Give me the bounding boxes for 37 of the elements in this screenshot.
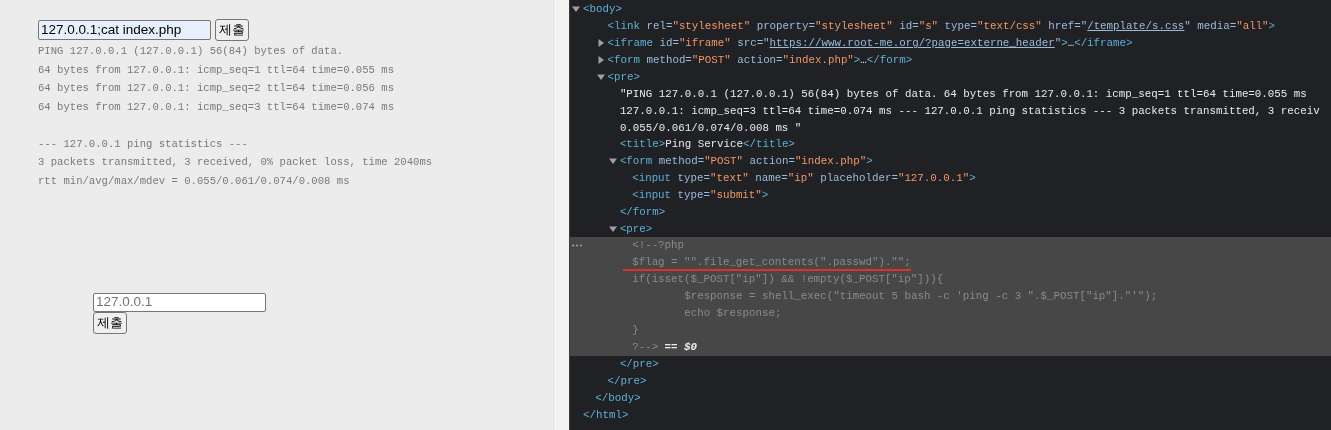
output-line: PING 127.0.0.1 (127.0.0.1) 56(84) bytes of data. <box>38 44 345 59</box>
code-line[interactable]: <input type="submit"> <box>632 187 769 204</box>
code-line[interactable]: "PING 127.0.0.1 (127.0.0.1) 56(84) bytes of data. 64 bytes from 127.0.0.1: icmp_seq=1 ttl=64 time=0.055 ms <box>619 85 1307 102</box>
code-line[interactable]: </html> <box>583 406 629 423</box>
disclosure-triangle-icon[interactable] <box>608 157 617 166</box>
output-line: 64 bytes from 127.0.0.1: icmp_seq=1 ttl=64 time=0.055 ms <box>38 62 395 78</box>
code-line[interactable]: </pre> <box>619 356 659 373</box>
code-line[interactable]: </form> <box>619 204 666 221</box>
code-line[interactable]: </body> <box>595 389 641 406</box>
code-line[interactable]: <pre> <box>619 220 653 238</box>
code-line[interactable]: 0.055/0.061/0.074/0.008 ms " <box>619 119 802 136</box>
output-line: rtt min/avg/max/mdev = 0.055/0.061/0.074/0.008 ms <box>38 173 351 189</box>
output-line: 64 bytes from 127.0.0.1: icmp_seq=3 ttl=64 time=0.074 ms <box>38 99 395 115</box>
submit-button[interactable]: 제출 <box>215 19 249 41</box>
code-line[interactable]: <input type="text" name="ip" placeholder="127.0.0.1"> <box>632 170 976 187</box>
code-line[interactable]: <pre> <box>607 68 640 86</box>
disclosure-triangle-icon[interactable] <box>572 5 580 14</box>
submit-button[interactable]: 제출 <box>93 312 127 334</box>
selection-marker: == $0 <box>664 340 697 356</box>
code-line[interactable]: <title>Ping Service</title> <box>619 136 795 153</box>
disclosure-triangle-icon[interactable] <box>608 225 617 233</box>
command-input[interactable]: 127.0.0.1;cat index.php <box>38 20 211 40</box>
disclosure-triangle-icon[interactable] <box>596 39 605 48</box>
code-line[interactable]: 127.0.0.1: icmp_seq=3 ttl=64 time=0.074 ms --- 127.0.0.1 ping statistics --- 3 packets transmitted, 3 receiv <box>619 102 1320 119</box>
disclosure-triangle-icon[interactable] <box>596 56 605 65</box>
output-line: 3 packets transmitted, 3 received, 0% packet loss, time 2040ms <box>38 155 434 170</box>
more-icon[interactable] <box>572 244 582 248</box>
code-line[interactable]: <body> <box>583 1 622 18</box>
ip-input[interactable]: 127.0.0.1 <box>93 293 266 312</box>
output-line: 64 bytes from 127.0.0.1: icmp_seq=2 ttl=64 time=0.056 ms <box>38 81 395 96</box>
code-line[interactable]: <link rel="stylesheet" property="stylesheet" id="s" type="text/css" href="/template/s.css" media="all"> <box>607 18 1276 35</box>
code-line[interactable]: <form method="POST" action="index.php">…</form> <box>607 52 913 69</box>
code-line[interactable]: <form method="POST" action="index.php"> <box>619 153 873 170</box>
output-line: --- 127.0.0.1 ping statistics --- <box>38 136 249 152</box>
code-line[interactable]: </pre> <box>607 372 647 390</box>
disclosure-triangle-icon[interactable] <box>596 73 605 81</box>
code-line[interactable]: <iframe id="iframe" src="https://www.root-me.org/?page=externe_header">…</iframe> <box>607 35 1133 52</box>
